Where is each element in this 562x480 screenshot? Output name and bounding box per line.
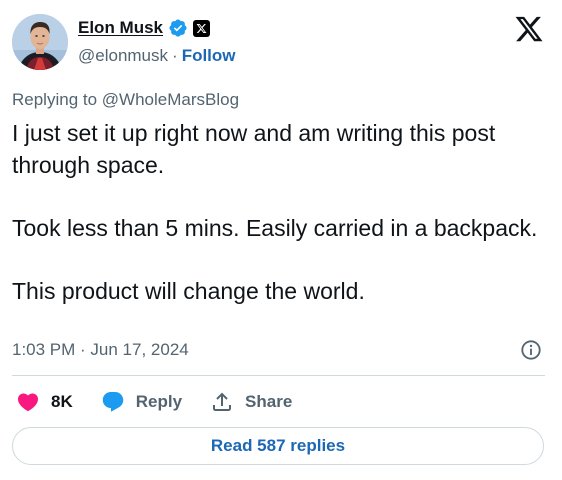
read-replies-button[interactable]: Read 587 replies bbox=[12, 427, 544, 465]
tweet-paragraph: Took less than 5 mins. Easily carried in… bbox=[12, 214, 538, 241]
x-logo-icon[interactable] bbox=[514, 14, 544, 44]
author-avatar[interactable] bbox=[12, 14, 68, 70]
x-affiliation-icon bbox=[193, 19, 211, 37]
reply-bubble-icon bbox=[101, 390, 125, 414]
share-label: Share bbox=[245, 392, 293, 411]
heart-icon bbox=[16, 390, 40, 414]
replying-to[interactable]: Replying to @WholeMarsBlog bbox=[12, 90, 239, 110]
like-count: 8K bbox=[51, 392, 73, 411]
author-name-row: Elon Musk bbox=[78, 16, 211, 40]
reply-button[interactable]: Reply bbox=[101, 390, 182, 414]
author-handle-row: @elonmusk · Follow bbox=[78, 46, 236, 66]
follow-button[interactable]: Follow bbox=[182, 46, 236, 66]
verified-badge-icon bbox=[168, 18, 188, 38]
reply-label: Reply bbox=[135, 392, 183, 411]
divider bbox=[12, 375, 545, 376]
tweet-timestamp[interactable]: 1:03 PM · Jun 17, 2024 bbox=[12, 340, 189, 360]
share-icon bbox=[210, 390, 234, 414]
author-handle[interactable]: @elonmusk bbox=[78, 46, 168, 66]
info-icon[interactable] bbox=[520, 339, 542, 361]
tweet-paragraph: I just set it up right now and am writin… bbox=[12, 120, 496, 178]
tweet-embed-card: Elon Musk @elonmusk · Follow Replying to… bbox=[0, 0, 562, 480]
handle-separator: · bbox=[172, 46, 178, 65]
share-button[interactable]: Share bbox=[210, 390, 292, 414]
like-button[interactable]: 8K bbox=[16, 390, 73, 414]
action-bar: 8K Reply Share bbox=[16, 388, 320, 416]
avatar-photo bbox=[12, 14, 68, 70]
tweet-paragraph: This product will change the world. bbox=[12, 277, 365, 304]
author-display-name[interactable]: Elon Musk bbox=[78, 18, 163, 38]
tweet-text: I just set it up right now and am writin… bbox=[12, 118, 542, 307]
